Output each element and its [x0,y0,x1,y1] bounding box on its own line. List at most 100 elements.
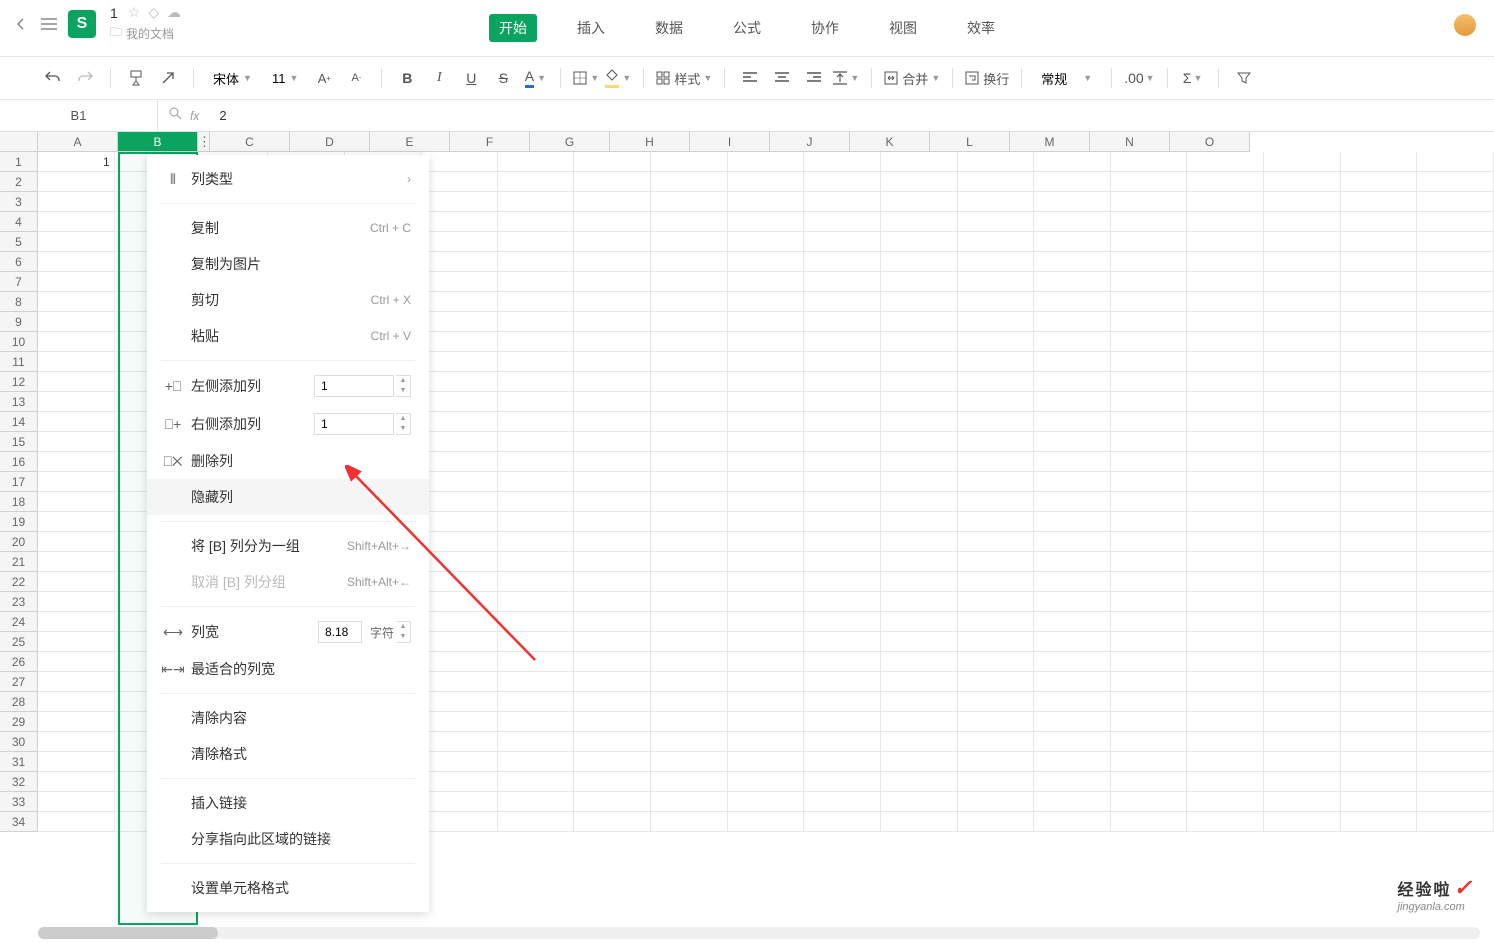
cell[interactable] [881,812,958,832]
row-header[interactable]: 25 [0,632,38,652]
cell[interactable] [1417,232,1494,252]
cell[interactable] [1034,652,1111,672]
format-painter-button[interactable] [123,65,149,91]
cell[interactable] [1111,392,1188,412]
cell[interactable] [1187,772,1264,792]
cell[interactable]: 1 [38,152,115,172]
cell[interactable] [1187,432,1264,452]
cell[interactable] [1034,412,1111,432]
name-box[interactable]: B1 [0,100,158,131]
cell[interactable] [1034,452,1111,472]
col-header-H[interactable]: H [610,132,690,152]
ctx-delete-col[interactable]: ⎕✕删除列 [147,443,429,479]
col-options-icon[interactable]: ⋮ [198,132,210,152]
cell[interactable] [881,592,958,612]
cell[interactable] [574,792,651,812]
cell[interactable] [421,632,498,652]
cell[interactable] [574,372,651,392]
cell[interactable] [1417,812,1494,832]
cell[interactable] [1341,812,1418,832]
cell[interactable] [651,572,728,592]
cell[interactable] [1034,472,1111,492]
cell[interactable] [958,812,1035,832]
cell[interactable] [881,792,958,812]
cell[interactable] [651,292,728,312]
cell[interactable] [421,712,498,732]
cell[interactable] [958,232,1035,252]
cell[interactable] [38,752,115,772]
cell[interactable] [1111,632,1188,652]
cell[interactable] [804,352,881,372]
cell[interactable] [574,412,651,432]
font-color-button[interactable]: A▼ [522,65,548,91]
cell[interactable] [1341,252,1418,272]
cell[interactable] [421,152,498,172]
cell[interactable] [728,312,805,332]
cell[interactable] [1341,492,1418,512]
cell[interactable] [728,672,805,692]
cell[interactable] [1187,572,1264,592]
ctx-add-left[interactable]: +⎕左侧添加列 ▲▼ [147,367,429,405]
cell[interactable] [574,232,651,252]
cell[interactable] [651,692,728,712]
cell[interactable] [728,372,805,392]
merge-button[interactable]: 合并▼ [884,65,940,91]
cell[interactable] [958,572,1035,592]
cell[interactable] [1417,632,1494,652]
cell[interactable] [1341,192,1418,212]
cell[interactable] [1264,412,1341,432]
row-header[interactable]: 11 [0,352,38,372]
cell[interactable] [728,352,805,372]
cell[interactable] [498,452,575,472]
cell[interactable] [958,772,1035,792]
cell[interactable] [421,332,498,352]
cell[interactable] [1264,552,1341,572]
cell[interactable] [498,532,575,552]
cell[interactable] [804,172,881,192]
cell[interactable] [958,512,1035,532]
cell[interactable] [498,292,575,312]
cell[interactable] [1187,332,1264,352]
cell[interactable] [651,812,728,832]
cell[interactable] [1187,352,1264,372]
cell[interactable] [804,732,881,752]
cell[interactable] [38,452,115,472]
cell[interactable] [1341,572,1418,592]
cell[interactable] [1111,572,1188,592]
cell[interactable] [1341,792,1418,812]
row-header[interactable]: 28 [0,692,38,712]
cell[interactable] [421,532,498,552]
cell[interactable] [651,492,728,512]
row-header[interactable]: 34 [0,812,38,832]
cell[interactable] [958,432,1035,452]
borders-button[interactable]: ▼ [573,65,599,91]
cell[interactable] [421,252,498,272]
cell[interactable] [574,352,651,372]
cell[interactable] [881,212,958,232]
cell[interactable] [1264,492,1341,512]
cell[interactable] [1417,452,1494,472]
cell[interactable] [881,492,958,512]
cell[interactable] [728,792,805,812]
cell[interactable] [881,252,958,272]
cell[interactable] [881,532,958,552]
cell[interactable] [651,372,728,392]
cell[interactable] [804,612,881,632]
row-header[interactable]: 2 [0,172,38,192]
cell[interactable] [38,652,115,672]
cell[interactable] [574,192,651,212]
cloud-icon[interactable]: ☁ [167,4,181,21]
cell[interactable] [1111,452,1188,472]
cell[interactable] [651,472,728,492]
col-header-L[interactable]: L [930,132,1010,152]
cell[interactable] [1264,292,1341,312]
cell[interactable] [1111,812,1188,832]
row-header[interactable]: 15 [0,432,38,452]
cell[interactable] [1341,592,1418,612]
cell[interactable] [1417,432,1494,452]
cell[interactable] [574,252,651,272]
cell[interactable] [421,772,498,792]
cell[interactable] [1187,732,1264,752]
cell[interactable] [1111,672,1188,692]
spin-up[interactable]: ▲ [396,414,410,424]
